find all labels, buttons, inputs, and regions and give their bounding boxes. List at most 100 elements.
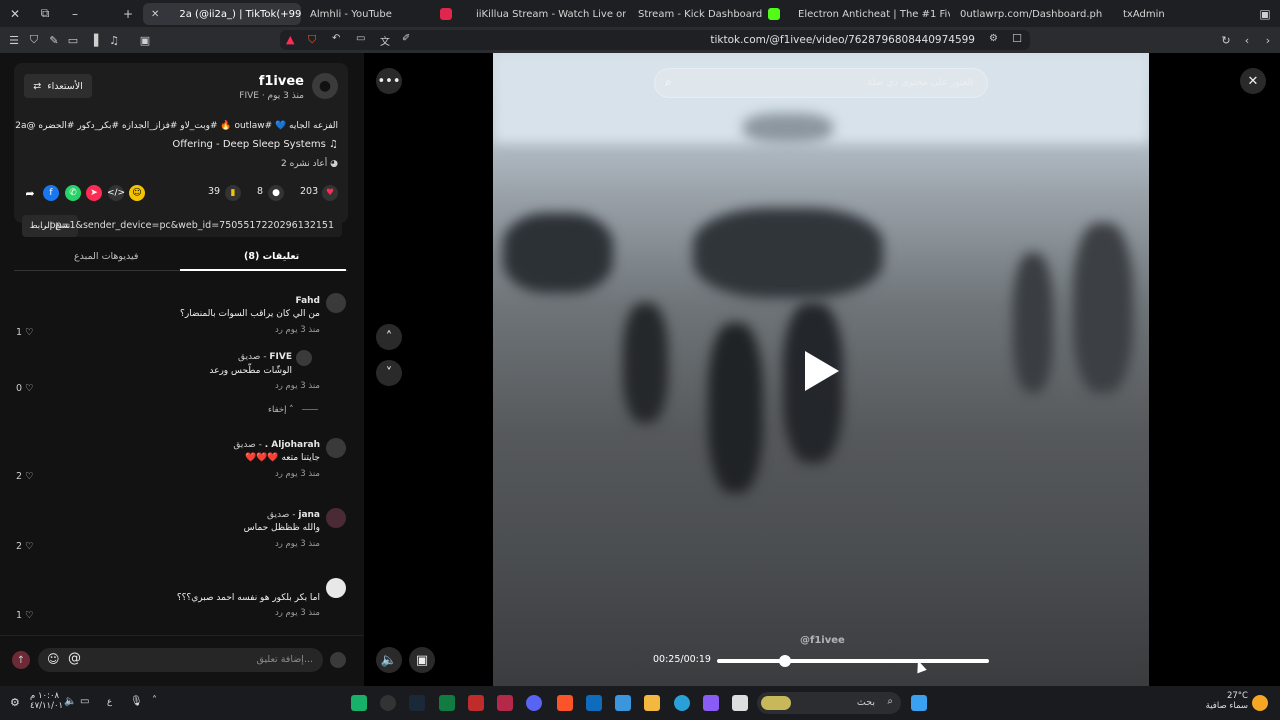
commenter-name[interactable]: Fahd	[295, 296, 320, 306]
hide-replies-button[interactable]: إخفاء ˄	[268, 405, 319, 415]
share-link-text[interactable]: ...pp=1&sender_device=pc&web_id=75055172…	[40, 220, 334, 231]
comment-like[interactable]: 0 ♡	[16, 383, 34, 394]
comment-meta[interactable]: منذ 3 يوم رد	[275, 469, 320, 479]
commenter-avatar[interactable]	[326, 578, 346, 598]
comment-icon[interactable]: ●	[268, 185, 284, 201]
steam-icon[interactable]	[409, 695, 425, 711]
more-options-button[interactable]: •••	[376, 68, 402, 94]
comment-like[interactable]: 2 ♡	[16, 541, 34, 552]
language-indicator[interactable]: ع	[107, 697, 112, 707]
store-icon[interactable]	[615, 695, 631, 711]
volume-button[interactable]: 🔈	[376, 647, 402, 673]
chevron-up-icon[interactable]: ˄	[152, 695, 157, 706]
mention-icon[interactable]: @	[68, 651, 81, 666]
task-view-icon[interactable]	[732, 695, 748, 711]
network-icon[interactable]: ⚙	[10, 696, 20, 709]
next-video-button[interactable]: ˅	[376, 360, 402, 386]
post-comment-button[interactable]: ↑	[12, 651, 30, 669]
comment-meta[interactable]: منذ 3 يوم رد	[275, 539, 320, 549]
commenter-avatar[interactable]	[326, 293, 346, 313]
tab-youtube[interactable]: Almhli - YouTube	[302, 3, 460, 25]
tab-kick-dashboard[interactable]: Stream - Kick Dashboard	[630, 3, 788, 25]
translate-icon[interactable]: 文	[380, 33, 390, 48]
embed-icon[interactable]: </>	[107, 185, 125, 201]
outlook-icon[interactable]	[586, 695, 602, 711]
app-icon-red[interactable]	[468, 695, 484, 711]
wallet-icon[interactable]: ▭	[63, 30, 83, 50]
comment-like[interactable]: 1 ♡	[16, 610, 34, 621]
brave-shield-icon[interactable]: ⛉	[308, 33, 316, 47]
start-icon[interactable]	[911, 695, 927, 711]
clock[interactable]: ١٠:٠٨ م ٤٧/١١/٠١	[30, 691, 63, 711]
draw-icon[interactable]: ✐	[402, 33, 410, 44]
screen-icon[interactable]: ▭	[356, 33, 365, 44]
comment-meta[interactable]: منذ 3 يوم رد	[275, 325, 320, 335]
speaker-icon[interactable]: 🔈	[64, 696, 76, 707]
progress-knob[interactable]	[779, 655, 791, 667]
copilot-icon[interactable]	[703, 695, 719, 711]
back-icon[interactable]: ‹	[1237, 30, 1257, 50]
comment-meta[interactable]: منذ 3 يوم رد	[275, 381, 320, 391]
bookmark-icon[interactable]: ☐	[1012, 32, 1022, 45]
edge-icon[interactable]	[674, 695, 690, 711]
back-forward-icon[interactable]: ↶	[332, 33, 340, 44]
related-search-bar[interactable]: ⌕ العثور على محتوى ذي صلة	[654, 68, 988, 98]
facebook-icon[interactable]: f	[43, 185, 59, 201]
site-settings-icon[interactable]: ⚙	[989, 33, 998, 44]
previous-video-button[interactable]: ˄	[376, 324, 402, 350]
commenter-name[interactable]: jana - صديق	[267, 510, 320, 520]
microphone-icon[interactable]: 🎙	[130, 696, 143, 707]
address-bar[interactable]: ▲ ⛉ ↶ ▭ 文 ✐ tiktok.com/@f1ivee/video/762…	[280, 30, 1030, 50]
tab-kick-stream[interactable]: iiKillua Stream - Watch Live on K	[468, 3, 626, 25]
commenter-avatar[interactable]	[326, 508, 346, 528]
brave-rewards-icon[interactable]: ▲	[286, 33, 294, 46]
commenter-avatar[interactable]	[326, 438, 346, 458]
close-window-icon[interactable]: ✕	[0, 0, 30, 27]
shield-icon[interactable]: ⛉	[24, 30, 44, 50]
tab-outlawrp[interactable]: 0utlawrp.com/Dashboard.php	[952, 3, 1102, 25]
obs-icon[interactable]	[380, 695, 396, 711]
minimize-icon[interactable]: –	[60, 0, 90, 27]
forward-icon[interactable]: ›	[1258, 30, 1278, 50]
comment-like[interactable]: 2 ♡	[16, 471, 34, 482]
folder-icon[interactable]	[644, 695, 660, 711]
progress-bar[interactable]	[717, 655, 989, 667]
new-tab-button[interactable]: +	[113, 0, 143, 27]
like-icon[interactable]: ♥	[322, 185, 338, 201]
tab-groups-icon[interactable]: ▣	[135, 30, 155, 50]
tab-actions-icon[interactable]: ⧉	[30, 0, 60, 27]
tab-creator-videos[interactable]: فيديوهات المبدع	[74, 251, 138, 262]
close-tab-icon[interactable]: ✕	[151, 9, 159, 20]
play-icon[interactable]	[805, 351, 839, 391]
sidebar-icon[interactable]: ▐	[84, 30, 104, 50]
coin-icon[interactable]: ☺	[129, 185, 145, 201]
commenter-avatar[interactable]	[296, 350, 312, 366]
tab-comments[interactable]: تعليقات (8)	[244, 251, 299, 262]
bookmark-icon[interactable]: ▮	[225, 185, 241, 201]
taskbar-search[interactable]: بحث ⌕	[757, 692, 901, 714]
commenter-name[interactable]: Aljoharah . - صديق	[233, 440, 320, 450]
comment-input[interactable]: ☺ @ إضافة تعليق...	[38, 648, 323, 672]
commenter-name[interactable]: FIVE - صديق	[238, 352, 292, 362]
author-name[interactable]: f1ivee	[259, 74, 304, 89]
brave-icon[interactable]	[557, 695, 573, 711]
display-icon[interactable]: ▭	[80, 696, 89, 707]
reposts-info[interactable]: 2 أعاد نشره ◕	[281, 159, 338, 169]
discord-icon[interactable]	[526, 695, 542, 711]
reload-icon[interactable]: ↻	[1216, 30, 1236, 50]
picture-in-picture-button[interactable]: ▣	[409, 647, 435, 673]
excel-icon[interactable]	[439, 695, 455, 711]
menu-icon[interactable]: ☰	[4, 30, 24, 50]
music-icon[interactable]: ♫	[104, 30, 124, 50]
send-to-friend-icon[interactable]: ➤	[86, 185, 102, 201]
pen-icon[interactable]: ✎	[44, 30, 64, 50]
video-player[interactable]: ⌕ العثور على محتوى ذي صلة @f1ivee 00:25/…	[493, 53, 1149, 686]
tab-search-icon[interactable]: ▣	[1250, 0, 1280, 27]
comment-like[interactable]: 1 ♡	[16, 327, 34, 338]
author-avatar[interactable]: ●	[312, 73, 338, 99]
app-icon-1[interactable]	[351, 695, 367, 711]
share-icon[interactable]: ➦	[22, 185, 38, 201]
tab-electron[interactable]: Electron Anticheat | The #1 FiveM A	[790, 3, 950, 25]
weather-widget[interactable]: 27°C سماء صافية	[1206, 691, 1248, 711]
comment-meta[interactable]: منذ 3 يوم رد	[275, 608, 320, 618]
